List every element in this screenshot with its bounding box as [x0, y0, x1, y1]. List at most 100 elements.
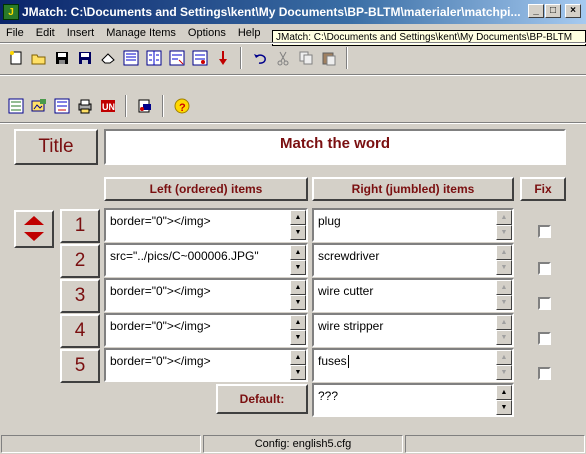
right-item-5[interactable]: fuses ▲ ▼: [312, 348, 514, 382]
left-item-1[interactable]: border="0"></img> ▲ ▼: [104, 208, 308, 242]
menu-insert[interactable]: Insert: [61, 27, 101, 39]
row-number-2[interactable]: 2: [60, 244, 100, 278]
copy-button[interactable]: [294, 47, 317, 69]
scroll-up-icon[interactable]: ▲: [496, 210, 512, 225]
left-items-header[interactable]: Left (ordered) items: [104, 177, 308, 201]
fix-checkbox-1[interactable]: [538, 225, 551, 238]
left-item-4-scrollbar[interactable]: ▲ ▼: [290, 315, 306, 345]
default-field[interactable]: ??? ▲ ▼: [312, 383, 514, 417]
default-button[interactable]: Default:: [216, 384, 308, 414]
scroll-up-icon[interactable]: ▲: [290, 280, 306, 295]
right-item-2[interactable]: screwdriver ▲ ▼: [312, 243, 514, 277]
scroll-up-icon[interactable]: ▲: [496, 315, 512, 330]
export-button[interactable]: [188, 47, 211, 69]
scroll-up-icon[interactable]: ▲: [290, 245, 306, 260]
minimize-button[interactable]: _: [528, 4, 544, 18]
scroll-down-icon[interactable]: ▼: [290, 365, 306, 380]
menu-help[interactable]: Help: [232, 27, 267, 39]
right-items-header[interactable]: Right (jumbled) items: [312, 177, 514, 201]
open-button[interactable]: [27, 47, 50, 69]
link-button[interactable]: [50, 95, 73, 117]
right-item-1-scrollbar[interactable]: ▲ ▼: [496, 210, 512, 240]
menu-file[interactable]: File: [0, 27, 30, 39]
row-number-1[interactable]: 1: [60, 209, 100, 243]
scroll-up-icon[interactable]: ▲: [290, 315, 306, 330]
new-button[interactable]: [4, 47, 27, 69]
scroll-down-icon[interactable]: ▼: [290, 330, 306, 345]
scroll-up-icon[interactable]: ▲: [290, 350, 306, 365]
scroll-down-icon[interactable]: ▼: [496, 365, 512, 380]
close-button[interactable]: ×: [565, 4, 581, 18]
title-bar[interactable]: J JMatch: C:\Documents and Settings\kent…: [0, 0, 586, 24]
fix-checkbox-2[interactable]: [538, 262, 551, 275]
menu-manage-items[interactable]: Manage Items: [100, 27, 182, 39]
cut-icon: [275, 50, 291, 66]
web-page-icon: [123, 50, 139, 66]
print-button[interactable]: [73, 95, 96, 117]
left-item-3-scrollbar[interactable]: ▲ ▼: [290, 280, 306, 310]
left-item-2-scrollbar[interactable]: ▲ ▼: [290, 245, 306, 275]
scroll-up-icon[interactable]: ▲: [496, 245, 512, 260]
secondary-toolbar: UN ?: [0, 92, 580, 120]
row-number-4[interactable]: 4: [60, 314, 100, 348]
row-number-5[interactable]: 5: [60, 349, 100, 383]
web-page-button[interactable]: [119, 47, 142, 69]
fix-header[interactable]: Fix: [520, 177, 566, 201]
right-item-3[interactable]: wire cutter ▲ ▼: [312, 278, 514, 312]
fix-checkbox-3[interactable]: [538, 297, 551, 310]
maximize-button[interactable]: □: [545, 4, 561, 18]
title-label[interactable]: Title: [14, 129, 98, 165]
left-item-3[interactable]: border="0"></img> ▲ ▼: [104, 278, 308, 312]
save-icon: [54, 50, 70, 66]
left-item-5-scrollbar[interactable]: ▲ ▼: [290, 350, 306, 380]
fix-checkbox-5[interactable]: [538, 367, 551, 380]
scroll-down-icon[interactable]: ▼: [496, 260, 512, 275]
right-item-5-value: fuses: [318, 354, 347, 368]
default-field-scrollbar[interactable]: ▲ ▼: [496, 385, 512, 415]
scroll-down-icon[interactable]: ▼: [496, 225, 512, 240]
svg-text:UN: UN: [102, 102, 115, 112]
left-item-4[interactable]: border="0"></img> ▲ ▼: [104, 313, 308, 347]
undo-icon: [252, 50, 268, 66]
move-row-buttons[interactable]: [14, 210, 54, 248]
save-button[interactable]: [50, 47, 73, 69]
unicode-button[interactable]: UN: [96, 95, 119, 117]
web-frames-button[interactable]: [142, 47, 165, 69]
image-button[interactable]: [27, 95, 50, 117]
scroll-up-icon[interactable]: ▲: [290, 210, 306, 225]
main-toolbar: [0, 44, 580, 72]
configure-button[interactable]: [4, 95, 27, 117]
scroll-up-icon[interactable]: ▲: [496, 280, 512, 295]
help-button[interactable]: ?: [170, 95, 193, 117]
eraser-button[interactable]: [96, 47, 119, 69]
right-item-5-scrollbar[interactable]: ▲ ▼: [496, 350, 512, 380]
right-item-3-scrollbar[interactable]: ▲ ▼: [496, 280, 512, 310]
right-item-1[interactable]: plug ▲ ▼: [312, 208, 514, 242]
save-as-button[interactable]: [73, 47, 96, 69]
menu-options[interactable]: Options: [182, 27, 232, 39]
scroll-down-icon[interactable]: ▼: [290, 225, 306, 240]
undo-button[interactable]: [248, 47, 271, 69]
title-input[interactable]: Match the word: [104, 129, 566, 165]
tutor-button[interactable]: [133, 95, 156, 117]
left-item-5[interactable]: border="0"></img> ▲ ▼: [104, 348, 308, 382]
paste-button[interactable]: [317, 47, 340, 69]
scroll-down-icon[interactable]: ▼: [290, 295, 306, 310]
left-item-1-scrollbar[interactable]: ▲ ▼: [290, 210, 306, 240]
row-number-3[interactable]: 3: [60, 279, 100, 313]
menu-edit[interactable]: Edit: [30, 27, 61, 39]
scroll-down-icon[interactable]: ▼: [496, 295, 512, 310]
scroll-up-icon[interactable]: ▲: [496, 350, 512, 365]
scroll-up-icon[interactable]: ▲: [496, 385, 512, 400]
cut-button[interactable]: [271, 47, 294, 69]
right-item-4[interactable]: wire stripper ▲ ▼: [312, 313, 514, 347]
fix-checkbox-4[interactable]: [538, 332, 551, 345]
move-down-button[interactable]: [211, 47, 234, 69]
right-item-2-scrollbar[interactable]: ▲ ▼: [496, 245, 512, 275]
left-item-2[interactable]: src="../pics/C~000006.JPG" ▲ ▼: [104, 243, 308, 277]
drag-drop-button[interactable]: [165, 47, 188, 69]
scroll-down-icon[interactable]: ▼: [496, 330, 512, 345]
scroll-down-icon[interactable]: ▼: [496, 400, 512, 415]
scroll-down-icon[interactable]: ▼: [290, 260, 306, 275]
right-item-4-scrollbar[interactable]: ▲ ▼: [496, 315, 512, 345]
